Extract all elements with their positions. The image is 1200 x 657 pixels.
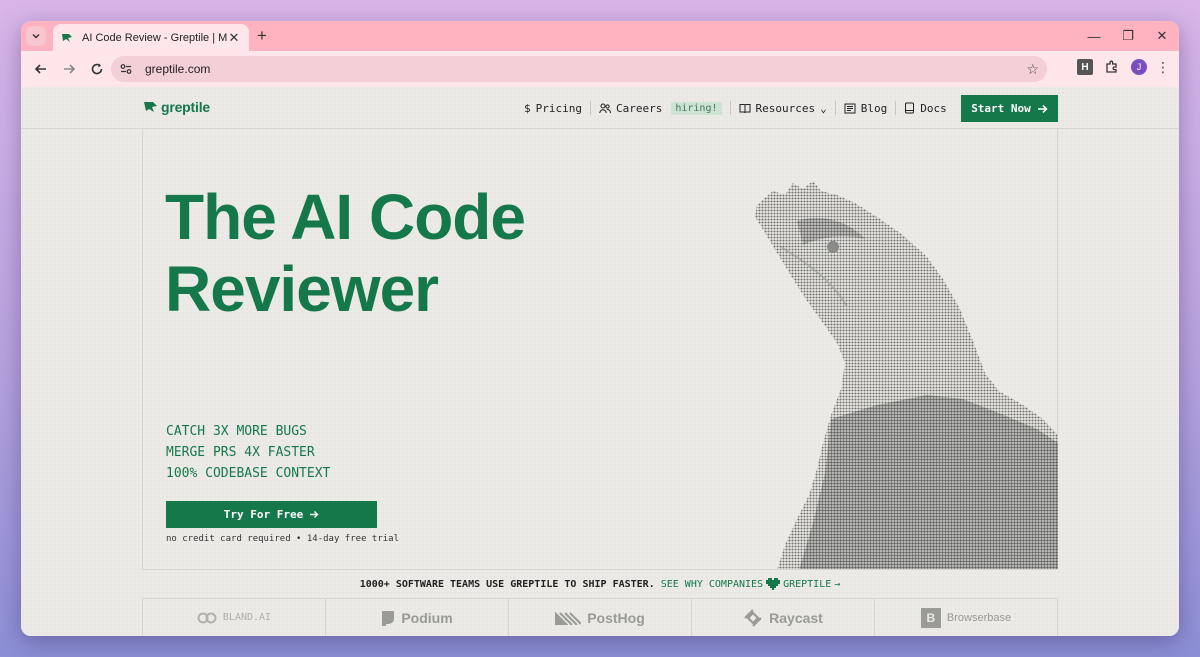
try-for-free-label: Try For Free (223, 508, 304, 521)
arrow-right-icon (1037, 104, 1048, 113)
customer-name: Podium (401, 609, 453, 626)
back-button[interactable] (27, 55, 55, 83)
toolbar-actions: H J ⋮ (1077, 56, 1171, 78)
hero-title-line-2: Reviewer (165, 253, 439, 325)
nav-careers[interactable]: Careers hiring! (591, 101, 730, 115)
nav-blog-label: Blog (860, 101, 888, 115)
tab-bar: AI Code Review - Greptile | Merge ✕ + — … (21, 21, 1179, 51)
window-controls: — ❐ ✕ (1077, 21, 1179, 51)
arrow-right-icon: → (834, 578, 841, 590)
feature-list: CATCH 3X MORE BUGS MERGE PRS 4X FASTER 1… (166, 421, 330, 484)
customer-logo-browserbase: B Browserbase (875, 599, 1058, 636)
social-proof-bar: 1000+ SOFTWARE TEAMS USE GREPTILE TO SHI… (142, 569, 1058, 598)
nav-docs-label: Docs (920, 101, 947, 115)
bland-logo-icon (197, 612, 217, 623)
customer-logo-bland: BLAND.AI (142, 599, 326, 636)
site-settings-icon[interactable] (119, 62, 137, 76)
customer-logo-podium: Podium (326, 599, 509, 636)
greptile-lizard-icon (144, 102, 157, 112)
customer-name: Raycast (769, 609, 823, 626)
nav-resources[interactable]: Resources ⌄ (731, 102, 835, 115)
feature-item: 100% CODEBASE CONTEXT (166, 466, 331, 481)
see-why-suffix: GREPTILE (783, 578, 832, 590)
browser-window: AI Code Review - Greptile | Merge ✕ + — … (21, 21, 1179, 636)
extension-h-icon[interactable]: H (1077, 59, 1093, 75)
social-proof-text: 1000+ SOFTWARE TEAMS USE GREPTILE TO SHI… (359, 578, 655, 590)
restore-button[interactable]: ❐ (1111, 21, 1145, 51)
hero-title: The AI Code Reviewer (165, 181, 685, 325)
raycast-logo-icon (744, 608, 762, 627)
reload-icon (91, 63, 103, 75)
address-bar[interactable]: greptile.com ☆ (111, 56, 1047, 82)
nav-pricing[interactable]: $ Pricing (516, 102, 590, 115)
bookmark-star-icon[interactable]: ☆ (1026, 61, 1039, 78)
customer-logo-raycast: Raycast (692, 599, 875, 636)
minimize-button[interactable]: — (1077, 21, 1111, 51)
nav-resources-label: Resources (755, 101, 816, 115)
customer-logo-posthog: PostHog (509, 599, 692, 636)
arrow-right-icon (64, 64, 76, 74)
start-now-button[interactable]: Start Now (961, 95, 1058, 122)
nav-blog[interactable]: Blog (836, 102, 896, 115)
site-header: greptile $ Pricing Careers hiring! Resou… (21, 87, 1179, 129)
book-icon (739, 103, 750, 113)
profile-avatar[interactable]: J (1131, 59, 1147, 75)
hiring-badge: hiring! (671, 101, 722, 115)
podium-logo-icon (382, 610, 395, 626)
chevron-down-icon (32, 33, 40, 39)
customer-name: BLAND.AI (222, 612, 272, 623)
greptile-favicon-icon (61, 31, 75, 45)
forward-button[interactable] (55, 55, 83, 83)
close-window-button[interactable]: ✕ (1145, 21, 1179, 51)
new-tab-button[interactable]: + (257, 26, 267, 46)
tab-close-icon[interactable]: ✕ (227, 30, 241, 46)
browser-toolbar: greptile.com ☆ H J ⋮ (21, 51, 1179, 87)
nav-careers-label: Careers (615, 101, 663, 115)
tab-search-button[interactable] (26, 26, 46, 46)
see-why-link[interactable]: SEE WHY COMPANIES GREPTILE → (660, 578, 841, 590)
customer-name: Browserbase (946, 611, 1012, 624)
chevron-down-icon: ⌄ (820, 101, 827, 115)
iguana-illustration (755, 181, 1058, 570)
nav-docs[interactable]: Docs (896, 102, 955, 115)
hero-title-line-1: The AI Code (165, 181, 526, 253)
reload-button[interactable] (83, 55, 111, 83)
try-for-free-button[interactable]: Try For Free (166, 501, 377, 528)
browser-menu-icon[interactable]: ⋮ (1155, 59, 1171, 76)
customer-name: PostHog (587, 609, 645, 626)
extensions-puzzle-icon[interactable] (1101, 56, 1123, 78)
main-nav: $ Pricing Careers hiring! Resources ⌄ Bl… (516, 87, 955, 129)
feature-item: MERGE PRS 4X FASTER (166, 445, 315, 460)
see-why-prefix: SEE WHY COMPANIES (660, 578, 764, 590)
arrow-left-icon (34, 64, 46, 74)
start-now-label: Start Now (971, 102, 1031, 115)
nav-pricing-label: Pricing (535, 101, 582, 115)
url-text[interactable]: greptile.com (145, 62, 1026, 76)
frame-line-left (142, 129, 143, 569)
people-icon (599, 103, 611, 113)
docs-icon (905, 102, 915, 114)
customer-logos: BLAND.AI Podium PostHog Raycast B Browse… (142, 598, 1058, 636)
greptile-logo[interactable]: greptile (144, 99, 210, 115)
posthog-logo-icon (555, 611, 582, 625)
feature-item: CATCH 3X MORE BUGS (166, 424, 307, 439)
tab-title: AI Code Review - Greptile | Merge (82, 31, 227, 44)
web-page: greptile $ Pricing Careers hiring! Resou… (21, 87, 1179, 636)
browserbase-logo-icon: B (920, 607, 941, 628)
tab-greptile[interactable]: AI Code Review - Greptile | Merge ✕ (53, 24, 249, 51)
pixel-heart-icon (766, 578, 781, 590)
arrow-right-icon (310, 511, 319, 518)
dollar-icon: $ (524, 101, 531, 115)
fine-print: no credit card required • 14-day free tr… (166, 534, 399, 544)
logo-text: greptile (161, 99, 210, 115)
newspaper-icon (844, 103, 856, 113)
